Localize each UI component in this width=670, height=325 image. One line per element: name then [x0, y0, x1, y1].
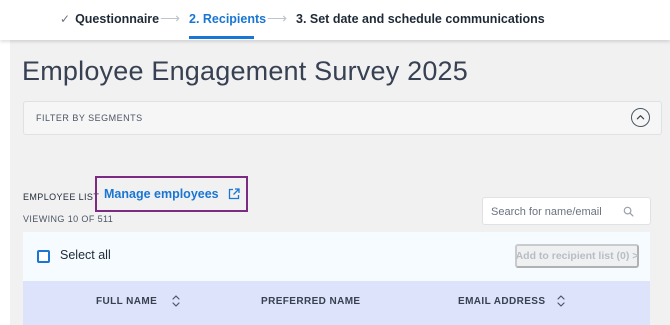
sort-icon[interactable] — [171, 293, 181, 309]
column-header-preferred-name: PREFERRED NAME — [261, 296, 361, 307]
sort-icon[interactable] — [556, 293, 566, 309]
page-content: Employee Engagement Survey 2025 FILTER B… — [10, 40, 670, 325]
filter-label: FILTER BY SEGMENTS — [36, 113, 143, 123]
add-to-recipient-list-button[interactable]: Add to recipient list (0) > — [515, 244, 639, 268]
page-title: Employee Engagement Survey 2025 — [22, 56, 468, 86]
step-recipients-label: 2. Recipients — [189, 12, 267, 26]
search-input[interactable] — [491, 204, 616, 220]
search-icon[interactable] — [623, 206, 634, 217]
arrow-right-icon: ⟶ — [160, 10, 181, 26]
step-schedule[interactable]: 3. Set date and schedule communications — [296, 12, 545, 26]
column-header-full-name[interactable]: FULL NAME — [96, 296, 157, 307]
check-icon: ✓ — [60, 12, 71, 26]
arrow-right-icon: ⟶ — [267, 10, 288, 26]
step-questionnaire[interactable]: ✓ Questionnaire — [60, 12, 159, 26]
select-all-checkbox[interactable] — [37, 250, 50, 263]
manage-employees-link[interactable]: Manage employees — [104, 187, 240, 201]
active-step-indicator — [189, 36, 254, 39]
viewing-count: VIEWING 10 OF 511 — [23, 214, 114, 224]
manage-employees-highlight: Manage employees — [95, 176, 248, 212]
step-recipients[interactable]: 2. Recipients — [189, 12, 266, 26]
column-header-email-address[interactable]: EMAIL ADDRESS — [458, 296, 545, 307]
search-field — [482, 197, 651, 225]
step-schedule-label: 3. Set date and schedule communications — [296, 12, 545, 26]
select-all-row: Select all Add to recipient list (0) > — [23, 232, 650, 280]
select-all-label[interactable]: Select all — [60, 248, 111, 262]
filter-by-segments-panel[interactable]: FILTER BY SEGMENTS — [23, 101, 662, 135]
step-questionnaire-label: Questionnaire — [75, 12, 160, 26]
table-header-row: FULL NAME PREFERRED NAME EMAIL ADDRESS — [23, 281, 650, 325]
employee-table: Select all Add to recipient list (0) > F… — [23, 232, 650, 325]
wizard-stepper: ✓ Questionnaire ⟶ 2. Recipients ⟶ 3. Set … — [0, 0, 670, 40]
manage-employees-label: Manage employees — [104, 187, 219, 201]
external-link-icon — [228, 188, 240, 200]
chevron-up-circle-icon[interactable] — [631, 108, 650, 127]
employee-list-label: EMPLOYEE LIST — [23, 192, 100, 202]
